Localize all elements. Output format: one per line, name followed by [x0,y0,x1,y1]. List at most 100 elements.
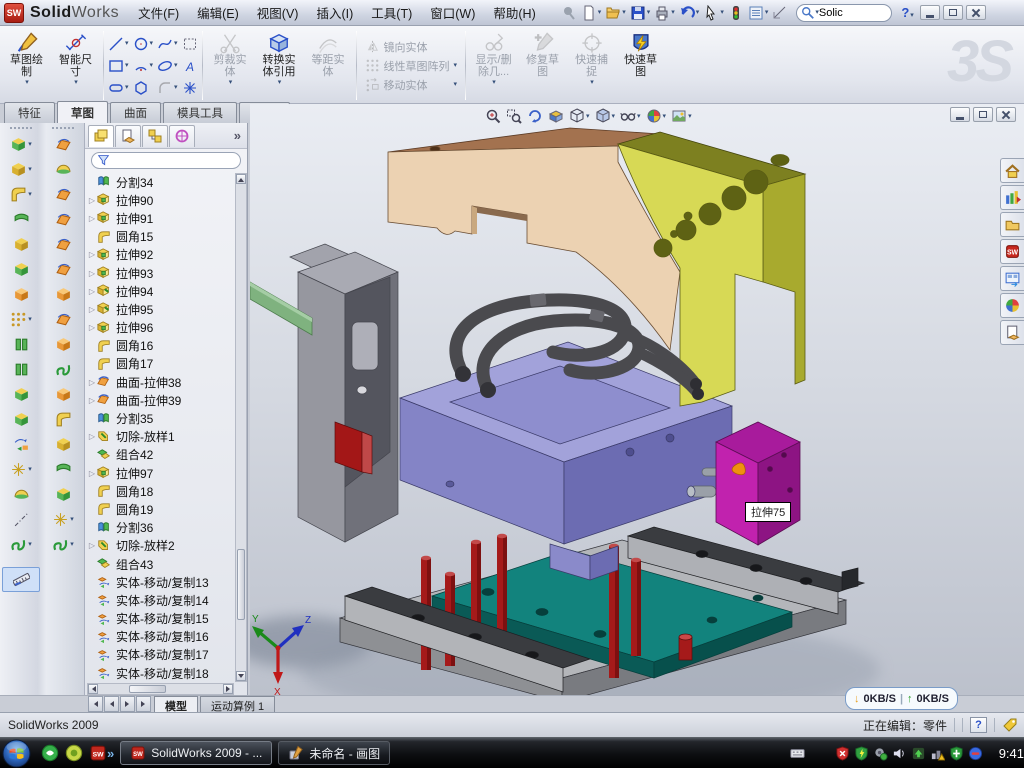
nav-next-button[interactable] [120,696,135,712]
section-view-button[interactable] [546,107,566,125]
delete-face-button[interactable] [44,332,82,357]
tree-item-5[interactable]: ▷拉伸93 [87,264,234,282]
sketch-tool-button[interactable]: ▾ [44,507,82,532]
boundary-surface-button[interactable] [44,207,82,232]
tree-item-24[interactable]: 实体-移动/复制15 [87,610,234,628]
status-help-button[interactable]: ? [970,717,987,733]
pushpin-icon[interactable] [559,3,579,23]
options-icon[interactable]: ▾ [746,3,771,23]
nav-previous-button[interactable] [104,696,119,712]
tree-item-3[interactable]: 圆角15 [87,228,234,246]
shell-button[interactable] [2,382,40,407]
doc-close-button[interactable] [996,107,1016,122]
tree-item-26[interactable]: 实体-移动/复制17 [87,646,234,664]
extend-surface-button[interactable] [44,382,82,407]
view-palette-button[interactable] [1000,266,1024,291]
circle-button[interactable]: ▾ [132,33,155,55]
configurationmanager-tab[interactable] [142,125,168,147]
measure-button[interactable] [2,567,40,592]
edit-appearance-button[interactable]: ▾ [644,107,669,125]
restore-button[interactable] [943,5,963,20]
ellipse-button[interactable]: ▾ [156,55,179,77]
zoom-to-area-button[interactable] [504,107,524,125]
expander-icon[interactable]: ▷ [87,250,97,259]
extruded-cut-button[interactable]: ▾ [2,157,40,182]
tab-0[interactable]: 特征 [4,102,55,124]
launcher-quicklaunch-icon[interactable] [65,744,83,762]
zoom-to-fit-button[interactable] [483,107,503,125]
tree-item-20[interactable]: ▷切除-放样2 [87,537,234,555]
tree-item-7[interactable]: ▷拉伸95 [87,300,234,318]
linear-sketch-pattern-button[interactable]: 线性草图阵列▾ [360,56,463,75]
tab-2[interactable]: 曲面 [110,102,161,124]
volume-tray-icon[interactable] [892,746,907,761]
search-box[interactable]: ▾ [796,4,892,22]
tab-3[interactable]: 模具工具 [163,102,237,124]
text-button[interactable]: A [181,55,199,77]
tree-item-11[interactable]: ▷曲面-拉伸38 [87,373,234,391]
untrim-surface-button[interactable] [44,432,82,457]
upload-monitor-tray-icon[interactable] [911,746,926,761]
extruded-boss-button[interactable]: ▾ [2,132,40,157]
tree-item-21[interactable]: 组合43 [87,555,234,573]
combine-button[interactable] [2,407,40,432]
select-icon[interactable]: ▾ [701,3,726,23]
tree-item-16[interactable]: ▷拉伸97 [87,464,234,482]
planar-surface-button[interactable] [44,257,82,282]
doc-restore-button[interactable] [973,107,993,122]
display-style-button[interactable]: ▾ [593,107,618,125]
dome-button[interactable] [2,482,40,507]
expander-icon[interactable]: ▷ [87,196,97,205]
tree-item-1[interactable]: ▷拉伸90 [87,191,234,209]
quick-snaps-button[interactable]: 快速捕 捉▾ [567,29,616,102]
expander-icon[interactable]: ▷ [87,396,97,405]
undo-icon[interactable]: ▾ [677,3,702,23]
toolbox-button[interactable]: SW [1000,239,1024,264]
featuremanager-tab[interactable] [88,125,114,147]
trim-entities-button[interactable]: 剪裁实 体▾ [206,29,255,102]
dimxpertmanager-tab[interactable] [169,125,195,147]
tree-item-15[interactable]: 组合42 [87,446,234,464]
menu-item-0[interactable]: 文件(F) [129,0,188,26]
close-button[interactable] [966,5,986,20]
custom-properties-button[interactable] [1000,320,1024,345]
security-lightning-tray-icon[interactable] [854,746,869,761]
toolbar-grip[interactable] [52,127,74,129]
stoplight-icon[interactable] [726,3,746,23]
cavity-block[interactable] [290,244,398,542]
network-warning-tray-icon[interactable] [930,746,945,761]
tree-item-17[interactable]: 圆角18 [87,482,234,500]
polygon-button[interactable] [132,77,155,99]
trim-surface-button[interactable] [44,407,82,432]
point-button[interactable] [181,77,199,99]
convert-entities-button[interactable]: 转换实 体引用▾ [255,29,304,102]
apply-scene-button[interactable]: ▾ [669,107,694,125]
tree-item-10[interactable]: 圆角17 [87,355,234,373]
tree-item-2[interactable]: ▷拉伸91 [87,209,234,227]
tree-item-22[interactable]: 实体-移动/复制13 [87,573,234,591]
antivirus-shield-tray-icon[interactable] [835,746,850,761]
expander-icon[interactable]: ▷ [87,541,97,550]
open-icon[interactable]: ▾ [603,3,628,23]
tree-item-19[interactable]: 分割36 [87,519,234,537]
doc-minimize-button[interactable] [950,107,970,122]
nav-first-button[interactable] [88,696,103,712]
solidworks-quicklaunch-icon[interactable]: SW [89,744,107,762]
quick-launch-overflow[interactable]: » [107,746,114,761]
offset-entities-button[interactable]: 等距实 体 [304,29,353,102]
rectangle-button[interactable]: ▾ [107,55,130,77]
helix-spiral-button[interactable]: ▾ [2,532,40,557]
tree-vertical-scrollbar[interactable] [235,173,247,682]
expander-icon[interactable]: ▷ [87,378,97,387]
tree-item-18[interactable]: 圆角19 [87,500,234,518]
tree-item-4[interactable]: ▷拉伸92 [87,246,234,264]
menu-item-3[interactable]: 插入(I) [307,0,362,26]
minimize-button[interactable] [920,5,940,20]
nav-last-button[interactable] [136,696,151,712]
tree-item-27[interactable]: 实体-移动/复制18 [87,664,234,682]
scroll-down-button[interactable] [236,671,246,681]
menu-item-2[interactable]: 视图(V) [248,0,308,26]
swept-surface-button[interactable] [44,132,82,157]
helix-button[interactable]: ▾ [44,532,82,557]
expander-icon[interactable]: ▷ [87,305,97,314]
